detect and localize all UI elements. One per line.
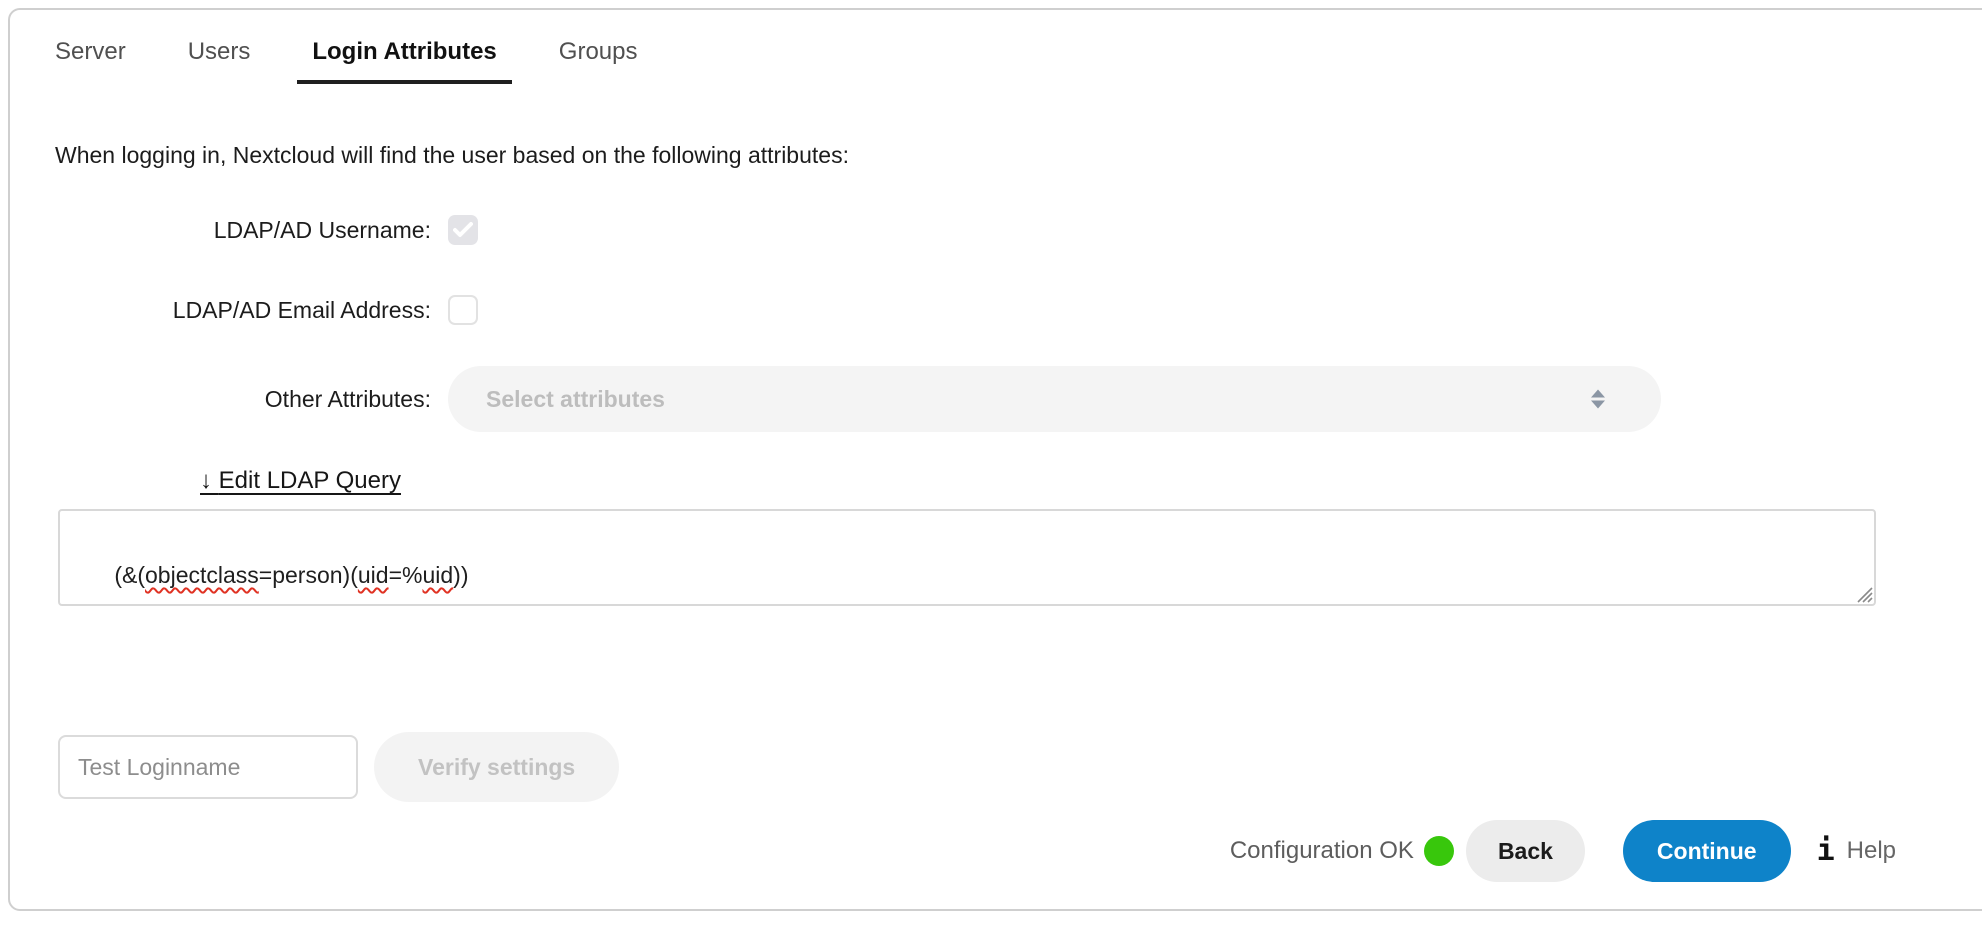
attributes-select[interactable]: Select attributes xyxy=(448,366,1661,432)
username-row: LDAP/AD Username: xyxy=(55,211,1982,249)
email-label: LDAP/AD Email Address: xyxy=(55,297,448,324)
down-arrow-icon: ↓ xyxy=(200,467,212,494)
query-segment: (&( xyxy=(114,562,145,588)
test-login-row: Verify settings xyxy=(58,732,1982,802)
query-segment: =person)( xyxy=(259,562,358,588)
resize-grip-icon[interactable] xyxy=(1857,587,1873,603)
ldap-query-text: (&(objectclass=person)(uid=%uid)) xyxy=(114,562,468,588)
wizard-footer: Configuration OK Back Continue i Help xyxy=(10,820,1982,882)
other-attributes-label: Other Attributes: xyxy=(55,386,448,413)
verify-settings-button[interactable]: Verify settings xyxy=(374,732,619,802)
configuration-status-label: Configuration OK xyxy=(1230,837,1414,865)
ldap-query-textarea[interactable]: (&(objectclass=person)(uid=%uid)) xyxy=(58,509,1876,606)
query-segment: =% xyxy=(389,562,423,588)
help-link[interactable]: Help xyxy=(1847,837,1896,865)
username-checkbox[interactable] xyxy=(448,215,478,245)
select-placeholder: Select attributes xyxy=(486,386,665,413)
intro-text: When logging in, Nextcloud will find the… xyxy=(55,142,1982,169)
tab-bar: Server Users Login Attributes Groups xyxy=(10,10,1982,84)
test-loginname-input[interactable] xyxy=(58,735,358,799)
wizard-panel: Server Users Login Attributes Groups Whe… xyxy=(8,8,1982,911)
other-attributes-row: Other Attributes: Select attributes xyxy=(55,365,1982,433)
edit-ldap-query-link[interactable]: ↓ Edit LDAP Query xyxy=(200,467,401,495)
query-segment: uid xyxy=(422,562,453,588)
attributes-form: LDAP/AD Username: LDAP/AD Email Address:… xyxy=(55,211,1982,433)
query-segment: uid xyxy=(358,562,389,588)
tab-server[interactable]: Server xyxy=(40,34,141,84)
email-checkbox[interactable] xyxy=(448,295,478,325)
back-button[interactable]: Back xyxy=(1466,820,1585,882)
status-ok-dot xyxy=(1424,836,1454,866)
tab-groups[interactable]: Groups xyxy=(544,34,653,84)
info-icon: i xyxy=(1817,836,1835,866)
tab-users[interactable]: Users xyxy=(173,34,266,84)
username-label: LDAP/AD Username: xyxy=(55,217,448,244)
continue-button[interactable]: Continue xyxy=(1623,820,1791,882)
edit-ldap-query-label: Edit LDAP Query xyxy=(219,467,401,494)
query-segment: objectclass xyxy=(145,562,259,588)
ldap-query-wrapper: (&(objectclass=person)(uid=%uid)) xyxy=(58,509,1876,606)
select-arrows-icon xyxy=(1591,390,1605,409)
email-row: LDAP/AD Email Address: xyxy=(55,291,1982,329)
query-segment: )) xyxy=(453,562,468,588)
checkmark-icon xyxy=(453,222,473,238)
tab-login-attributes[interactable]: Login Attributes xyxy=(297,34,511,84)
